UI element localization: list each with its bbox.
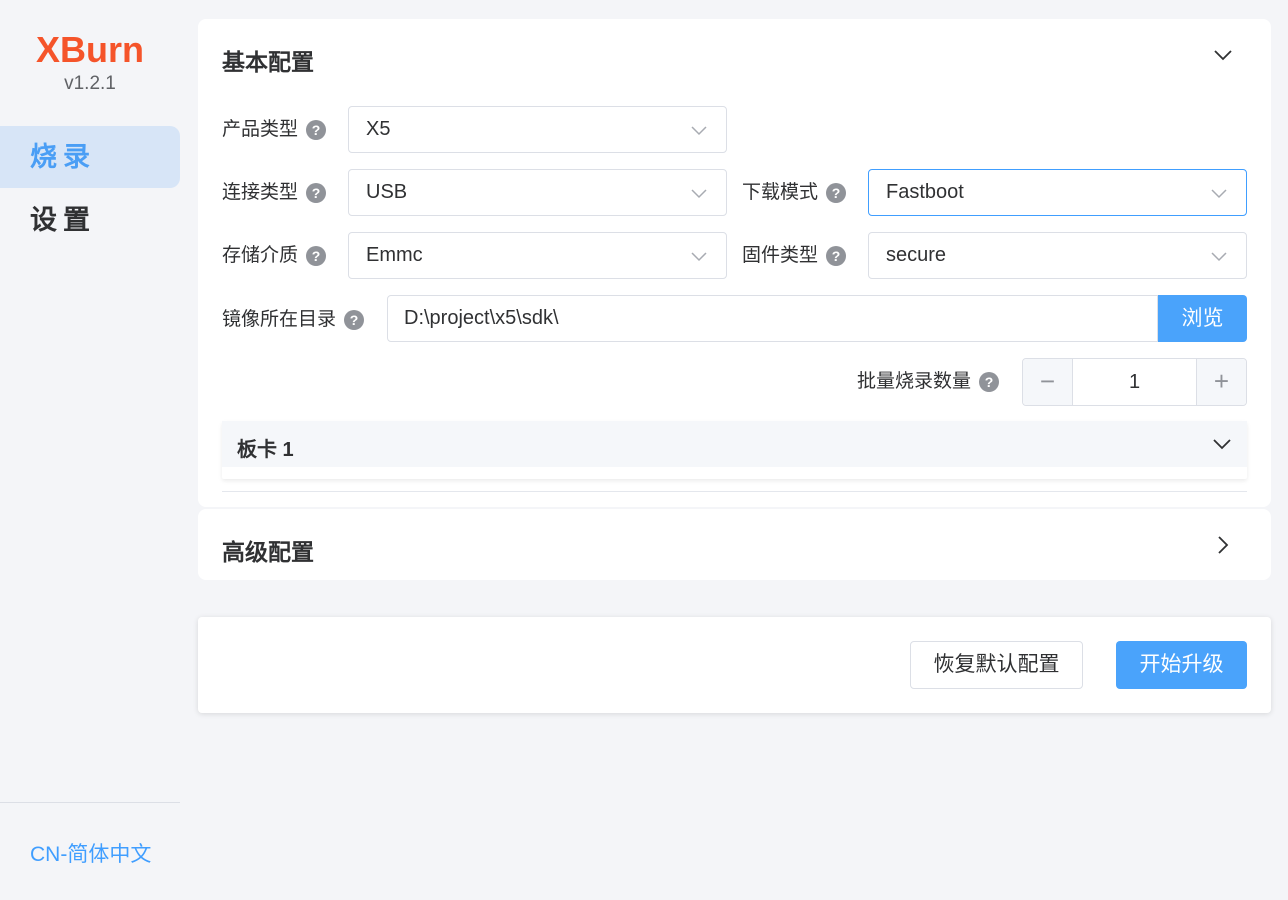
board-title: 板卡 1: [237, 439, 294, 461]
advanced-config-panel[interactable]: 高级配置: [198, 509, 1271, 580]
image-dir-input[interactable]: [387, 295, 1158, 342]
image-dir-label: 镜像所在目录 ?: [222, 308, 365, 332]
board-panel: 板卡 1: [222, 421, 1247, 479]
board-header[interactable]: 板卡 1: [222, 421, 1247, 467]
sidebar-item-settings[interactable]: 设置: [0, 189, 180, 251]
help-icon[interactable]: ?: [344, 310, 365, 330]
storage-medium-select[interactable]: Emmc: [348, 232, 727, 279]
sidebar: XBurn v1.2.1 烧录 设置 CN-简体中文: [0, 0, 180, 900]
help-icon[interactable]: ?: [306, 183, 327, 203]
start-upgrade-button[interactable]: 开始升级: [1116, 641, 1247, 689]
browse-button[interactable]: 浏览: [1158, 295, 1247, 342]
help-icon[interactable]: ?: [826, 183, 847, 203]
storage-medium-label: 存储介质 ?: [222, 244, 327, 268]
batch-count-label: 批量烧录数量 ?: [857, 370, 1000, 394]
basic-config-panel: 基本配置 产品类型 ? X5 连接类型 ? USB 下载模式 ? Fastboo…: [198, 19, 1271, 507]
connection-type-label: 连接类型 ?: [222, 181, 327, 205]
help-icon[interactable]: ?: [306, 120, 327, 140]
product-type-label: 产品类型 ?: [222, 118, 327, 142]
chevron-down-icon: [691, 126, 707, 136]
firmware-type-label: 固件类型 ?: [742, 244, 847, 268]
basic-config-title: 基本配置: [222, 49, 314, 75]
batch-count-stepper: − 1 +: [1022, 358, 1247, 406]
download-mode-select[interactable]: Fastboot: [868, 169, 1247, 216]
app-version: v1.2.1: [64, 73, 116, 94]
decrement-button[interactable]: −: [1023, 359, 1073, 405]
chevron-down-icon[interactable]: [1211, 433, 1233, 455]
download-mode-label: 下载模式 ?: [742, 181, 847, 205]
advanced-config-title: 高级配置: [222, 539, 314, 565]
chevron-down-icon[interactable]: [1212, 44, 1234, 66]
help-icon[interactable]: ?: [826, 246, 847, 266]
sidebar-divider: [0, 802, 180, 803]
connection-type-select[interactable]: USB: [348, 169, 727, 216]
reset-defaults-button[interactable]: 恢复默认配置: [910, 641, 1083, 689]
firmware-type-select[interactable]: secure: [868, 232, 1247, 279]
chevron-down-icon: [1211, 252, 1227, 262]
chevron-down-icon: [691, 252, 707, 262]
sidebar-item-burn[interactable]: 烧录: [0, 126, 180, 188]
divider: [222, 491, 1247, 492]
chevron-down-icon: [691, 189, 707, 199]
action-bar: 恢复默认配置 开始升级: [198, 617, 1271, 713]
product-type-select[interactable]: X5: [348, 106, 727, 153]
app-logo: XBurn: [36, 29, 144, 70]
chevron-down-icon: [1211, 189, 1227, 199]
help-icon[interactable]: ?: [306, 246, 327, 266]
chevron-right-icon[interactable]: [1212, 534, 1234, 556]
language-switch[interactable]: CN-简体中文: [30, 838, 151, 868]
increment-button[interactable]: +: [1196, 359, 1246, 405]
batch-count-value[interactable]: 1: [1073, 359, 1196, 405]
help-icon[interactable]: ?: [979, 372, 1000, 392]
